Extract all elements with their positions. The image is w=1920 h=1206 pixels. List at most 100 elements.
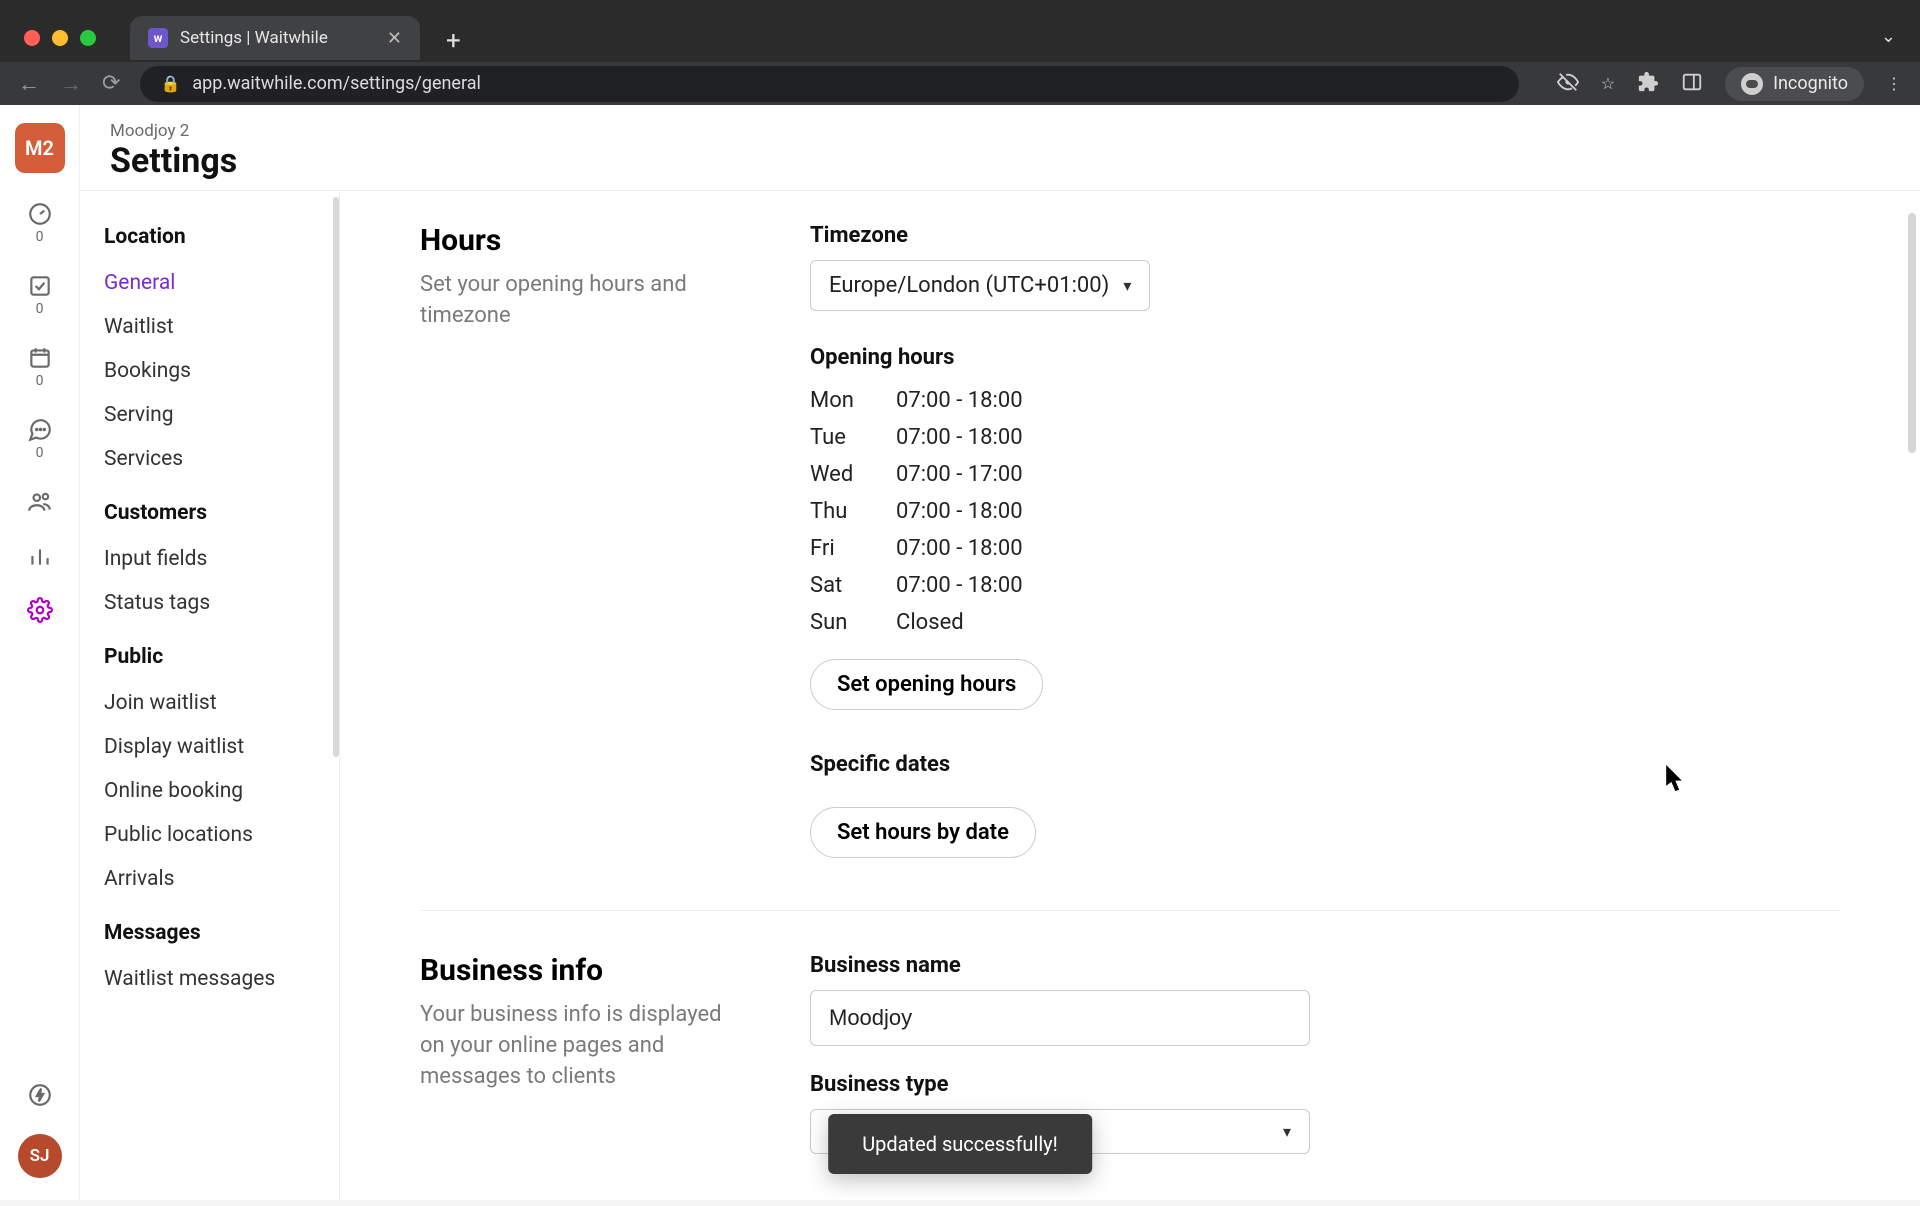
rail-item-settings[interactable] — [27, 597, 53, 623]
workspace-name[interactable]: Moodjoy 2 — [110, 121, 1890, 141]
hours-row-thu: Thu07:00 - 18:00 — [810, 493, 1840, 530]
main-scrollbar-track[interactable] — [1908, 205, 1916, 1085]
hours-subtitle: Set your opening hours and timezone — [420, 270, 740, 332]
sidebar-item-display-waitlist[interactable]: Display waitlist — [104, 725, 315, 769]
sidebar-item-bookings[interactable]: Bookings — [104, 349, 315, 393]
sidebar-item-serving[interactable]: Serving — [104, 393, 315, 437]
tab-close-icon[interactable]: ✕ — [387, 28, 402, 49]
gauge-icon — [27, 201, 53, 227]
timezone-value: Europe/London (UTC+01:00) — [829, 273, 1109, 298]
hours-row-sat: Sat07:00 - 18:00 — [810, 567, 1840, 604]
hours-card: Hours Set your opening hours and timezon… — [420, 205, 1840, 910]
sidebar-item-arrivals[interactable]: Arrivals — [104, 857, 315, 901]
chevron-down-icon: ▾ — [1283, 1122, 1291, 1141]
business-type-label: Business type — [810, 1072, 1840, 1097]
window-zoom[interactable] — [80, 30, 96, 46]
day-label: Fri — [810, 536, 896, 561]
set-opening-hours-button[interactable]: Set opening hours — [810, 659, 1043, 710]
page-header: Moodjoy 2 Settings — [80, 105, 1920, 191]
gear-icon — [27, 597, 53, 623]
sidebar-item-input-fields[interactable]: Input fields — [104, 537, 315, 581]
eye-off-icon[interactable] — [1557, 71, 1579, 97]
hours-row-tue: Tue07:00 - 18:00 — [810, 419, 1840, 456]
sidebar-item-waitlist-messages[interactable]: Waitlist messages — [104, 957, 315, 1001]
sidebar-section-customers: Customers — [104, 501, 315, 525]
hours-value: Closed — [896, 610, 964, 635]
sidebar-item-online-booking[interactable]: Online booking — [104, 769, 315, 813]
business-name-label: Business name — [810, 953, 1840, 978]
url-text: app.waitwhile.com/settings/general — [192, 73, 481, 94]
rail-item-check[interactable]: 0 — [27, 273, 53, 317]
incognito-label: Incognito — [1773, 73, 1848, 94]
browser-chrome: w Settings | Waitwhile ✕ + ⌄ ← → ⟳ 🔒 app… — [0, 0, 1920, 105]
kebab-menu-icon[interactable]: ⋮ — [1886, 74, 1902, 93]
day-label: Sat — [810, 573, 896, 598]
timezone-label: Timezone — [810, 223, 1840, 248]
toast: Updated successfully! — [828, 1114, 1092, 1174]
window-minimize[interactable] — [52, 30, 68, 46]
new-tab-button[interactable]: + — [446, 26, 461, 56]
user-avatar[interactable]: SJ — [18, 1134, 62, 1178]
sidebar-item-services[interactable]: Services — [104, 437, 315, 481]
set-hours-by-date-button[interactable]: Set hours by date — [810, 807, 1036, 858]
day-label: Tue — [810, 425, 896, 450]
sidebar-section-public: Public — [104, 645, 315, 669]
org-badge[interactable]: M2 — [15, 123, 65, 173]
sidebar-section-location: Location — [104, 225, 315, 249]
opening-hours-label: Opening hours — [810, 345, 1840, 370]
calendar-icon — [27, 345, 53, 371]
rail-item-analytics[interactable] — [27, 543, 53, 569]
hours-value: 07:00 - 18:00 — [896, 388, 1023, 413]
day-label: Mon — [810, 388, 896, 413]
rail-item-queue[interactable]: 0 — [27, 201, 53, 245]
window-close[interactable] — [24, 30, 40, 46]
hours-title: Hours — [420, 223, 740, 258]
favicon-icon: w — [148, 28, 168, 48]
panel-icon[interactable] — [1681, 71, 1703, 97]
queue-count: 0 — [36, 229, 44, 245]
chat-icon — [27, 417, 53, 443]
timezone-select[interactable]: Europe/London (UTC+01:00) ▾ — [810, 260, 1150, 311]
settings-sidebar: Location General Waitlist Bookings Servi… — [80, 105, 340, 1200]
sidebar-item-public-locations[interactable]: Public locations — [104, 813, 315, 857]
reload-button[interactable]: ⟳ — [102, 71, 120, 96]
main-scrollbar-thumb[interactable] — [1908, 213, 1916, 453]
bolt-icon[interactable] — [27, 1082, 53, 1108]
sidebar-item-status-tags[interactable]: Status tags — [104, 581, 315, 625]
hours-value: 07:00 - 18:00 — [896, 573, 1023, 598]
hours-row-sun: SunClosed — [810, 604, 1840, 641]
specific-dates-label: Specific dates — [810, 752, 1840, 777]
hours-value: 07:00 - 18:00 — [896, 499, 1023, 524]
window-controls — [24, 30, 96, 46]
address-bar: ← → ⟳ 🔒 app.waitwhile.com/settings/gener… — [0, 62, 1920, 105]
forward-button[interactable]: → — [60, 71, 82, 97]
check-square-icon — [27, 273, 53, 299]
sidebar-item-general[interactable]: General — [104, 261, 315, 305]
extensions-icon[interactable] — [1637, 71, 1659, 97]
incognito-icon — [1741, 73, 1763, 95]
business-title: Business info — [420, 953, 740, 988]
rail-item-users[interactable] — [27, 489, 53, 515]
hours-value: 07:00 - 18:00 — [896, 425, 1023, 450]
back-button[interactable]: ← — [18, 71, 40, 97]
sidebar-item-join-waitlist[interactable]: Join waitlist — [104, 681, 315, 725]
incognito-badge[interactable]: Incognito — [1725, 67, 1864, 101]
main-panel: Hours Set your opening hours and timezon… — [340, 105, 1920, 1200]
browser-tab[interactable]: w Settings | Waitwhile ✕ — [130, 16, 420, 60]
url-field[interactable]: 🔒 app.waitwhile.com/settings/general — [140, 66, 1518, 102]
business-subtitle: Your business info is displayed on your … — [420, 1000, 740, 1092]
bar-chart-icon — [27, 543, 53, 569]
hours-row-fri: Fri07:00 - 18:00 — [810, 530, 1840, 567]
star-icon[interactable]: ☆ — [1601, 74, 1615, 93]
tab-overflow-icon[interactable]: ⌄ — [1881, 26, 1896, 47]
business-name-input[interactable] — [810, 990, 1310, 1046]
calendar-count: 0 — [36, 373, 44, 389]
rail-item-calendar[interactable]: 0 — [27, 345, 53, 389]
day-label: Thu — [810, 499, 896, 524]
icon-rail: M2 0 0 0 0 — [0, 105, 80, 1200]
toast-message: Updated successfully! — [862, 1132, 1058, 1156]
lock-icon: 🔒 — [160, 74, 180, 93]
rail-item-chat[interactable]: 0 — [27, 417, 53, 461]
sidebar-item-waitlist[interactable]: Waitlist — [104, 305, 315, 349]
business-card: Business info Your business info is disp… — [420, 910, 1840, 1206]
